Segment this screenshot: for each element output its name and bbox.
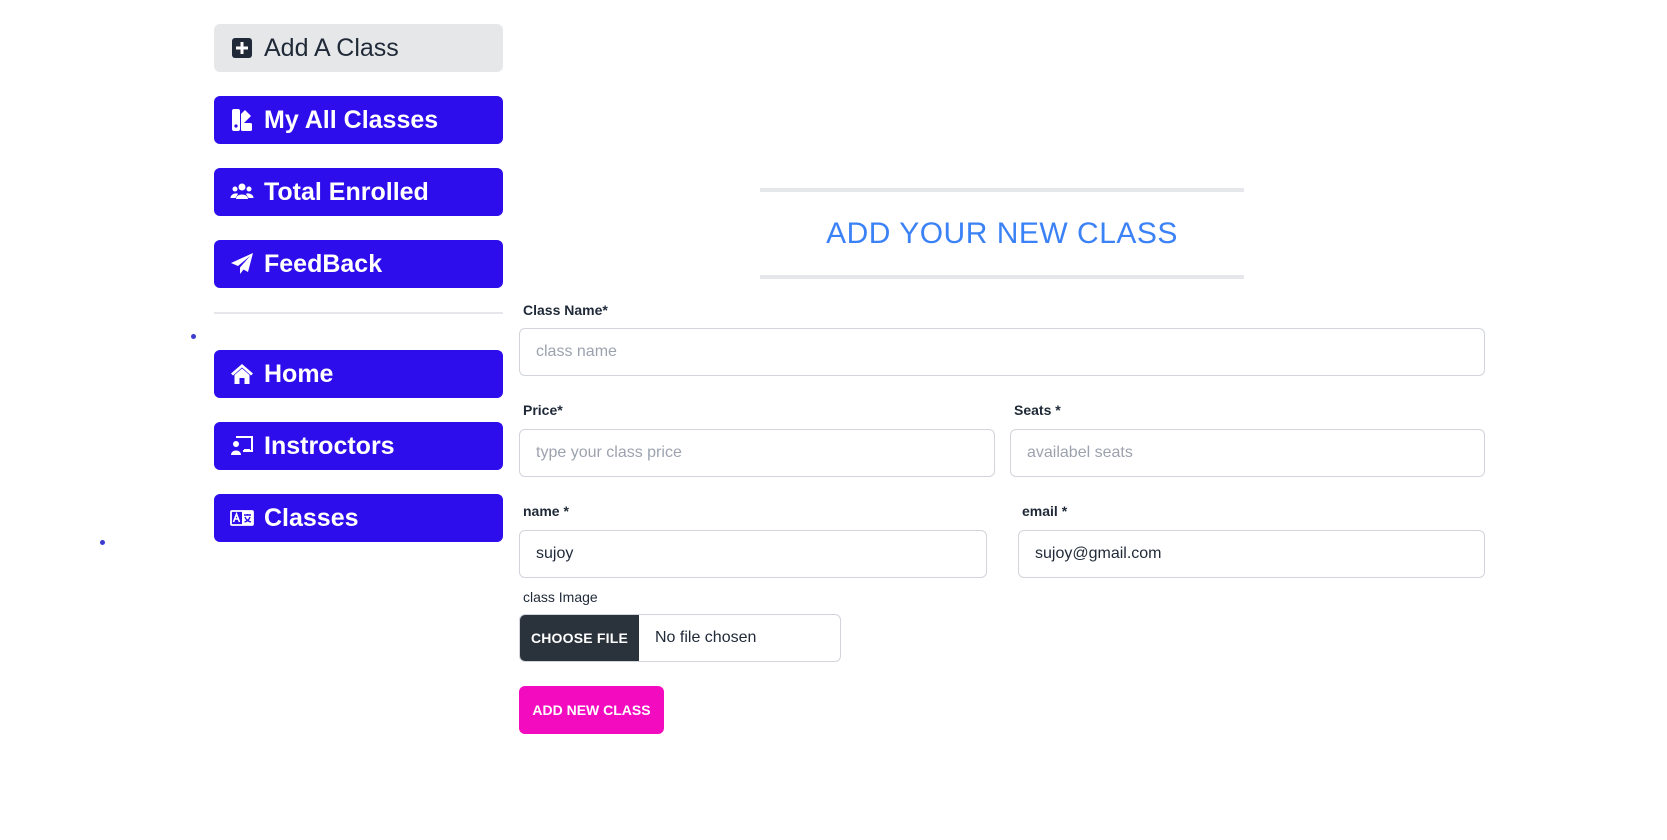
email-input[interactable] [1018, 530, 1485, 578]
sidebar-divider [214, 312, 503, 314]
paper-plane-icon [230, 252, 254, 276]
add-new-class-button[interactable]: ADD NEW CLASS [519, 686, 664, 734]
sidebar-item-label: Add A Class [264, 33, 399, 62]
heading-bottom-rule [760, 275, 1244, 279]
form-heading-block: ADD YOUR NEW CLASS [760, 188, 1244, 279]
sidebar-item-my-all-classes[interactable]: My All Classes [214, 96, 503, 144]
sidebar-item-add-class[interactable]: Add A Class [214, 24, 503, 72]
sidebar-item-instructors[interactable]: Instroctors [214, 422, 503, 470]
email-label: email * [1022, 503, 1068, 519]
sidebar-item-label: FeedBack [264, 249, 383, 278]
name-input[interactable] [519, 530, 987, 578]
page-title: ADD YOUR NEW CLASS [826, 217, 1178, 250]
seats-input[interactable] [1010, 429, 1485, 477]
decorative-dot [191, 334, 196, 339]
sidebar-item-label: Total Enrolled [264, 177, 429, 206]
sidebar-item-home[interactable]: Home [214, 350, 503, 398]
sidebar: Add A Class My All Classes Total Enrolle… [214, 24, 503, 566]
class-name-input[interactable] [519, 328, 1485, 376]
sidebar-item-total-enrolled[interactable]: Total Enrolled [214, 168, 503, 216]
chalkboard-teacher-icon [230, 434, 254, 458]
name-label: name * [523, 503, 569, 519]
choose-file-button[interactable]: CHOOSE FILE [520, 615, 639, 661]
class-image-file-input[interactable]: CHOOSE FILE No file chosen [519, 614, 841, 662]
sidebar-item-feedback[interactable]: FeedBack [214, 240, 503, 288]
swatchbook-icon [230, 108, 254, 132]
plus-square-icon [230, 36, 254, 60]
seats-label: Seats * [1014, 402, 1061, 418]
sidebar-item-classes[interactable]: Classes [214, 494, 503, 542]
home-icon [230, 362, 254, 386]
price-label: Price* [523, 402, 563, 418]
decorative-dot [100, 540, 105, 545]
sidebar-item-label: Classes [264, 503, 359, 532]
class-name-label: Class Name* [523, 302, 608, 318]
language-icon [230, 506, 254, 530]
sidebar-item-label: My All Classes [264, 105, 439, 134]
page: Add A Class My All Classes Total Enrolle… [0, 0, 1667, 840]
sidebar-item-label: Instroctors [264, 431, 395, 460]
file-status-text: No file chosen [655, 629, 757, 646]
sidebar-item-label: Home [264, 359, 334, 388]
price-input[interactable] [519, 429, 995, 477]
class-image-label: class Image [523, 589, 598, 605]
users-icon [230, 180, 254, 204]
